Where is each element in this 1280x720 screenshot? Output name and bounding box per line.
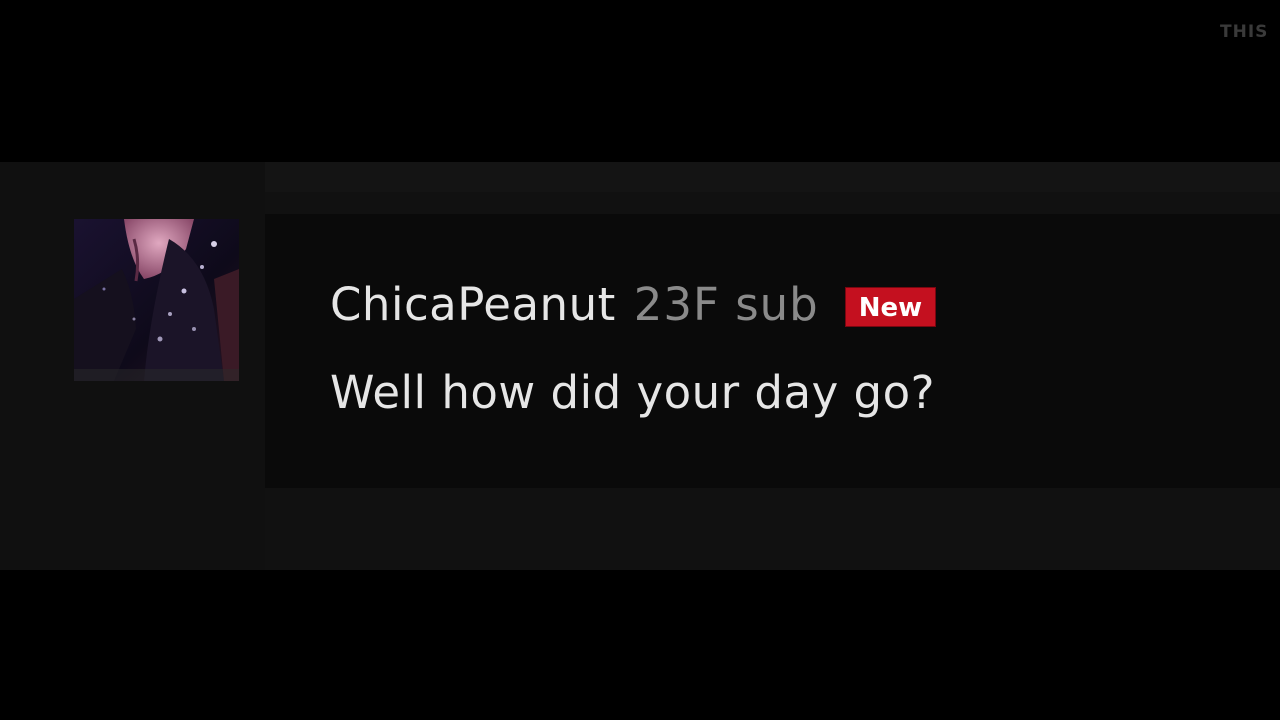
panel-top-strip <box>265 162 1280 192</box>
message-body: ChicaPeanut 23F sub New Well how did you… <box>265 214 1280 488</box>
watermark-text: THIS <box>1220 22 1269 42</box>
username[interactable]: ChicaPeanut <box>330 278 616 331</box>
avatar[interactable] <box>74 219 239 381</box>
message-text: Well how did your day go? <box>330 366 935 419</box>
avatar-column <box>0 162 265 570</box>
new-badge: New <box>844 286 937 327</box>
message-panel: ChicaPeanut 23F sub New Well how did you… <box>0 162 1280 570</box>
user-tag: 23F sub <box>633 278 819 331</box>
avatar-image <box>74 219 239 381</box>
message-header: ChicaPeanut 23F sub New <box>330 278 937 331</box>
